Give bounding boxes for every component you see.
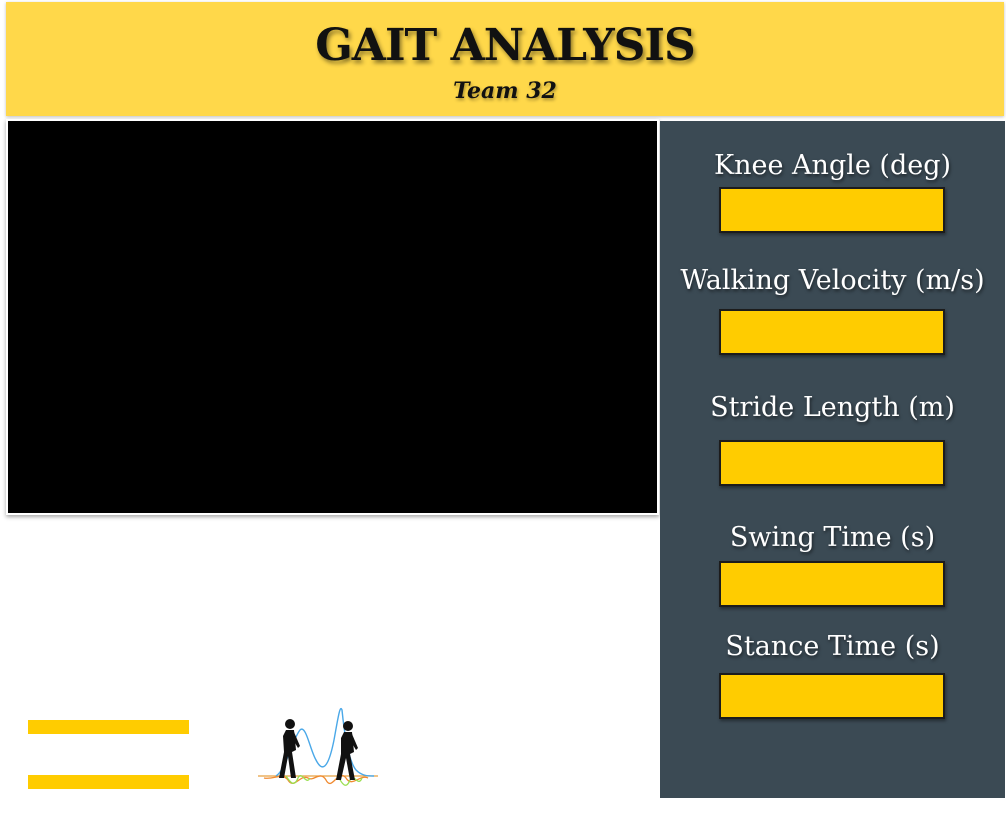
accent-bar-bottom	[28, 775, 189, 789]
walking-figures-gait-wave-icon	[258, 707, 378, 786]
stride-length-field	[719, 440, 945, 486]
knee-angle-field	[719, 187, 945, 233]
swing-time-field	[719, 561, 945, 607]
app-header: GAIT ANALYSIS Team 32	[6, 2, 1004, 116]
video-feed[interactable]	[6, 119, 659, 515]
page-title: GAIT ANALYSIS	[315, 20, 696, 71]
stance-time-field	[719, 673, 945, 719]
metrics-panel: Knee Angle (deg) Walking Velocity (m/s) …	[660, 121, 1005, 798]
stride-length-label: Stride Length (m)	[710, 392, 955, 423]
knee-angle-label: Knee Angle (deg)	[713, 150, 952, 181]
stance-time-label: Stance Time (s)	[725, 631, 940, 662]
walking-velocity-label: Walking Velocity (m/s)	[680, 265, 985, 296]
swing-time-label: Swing Time (s)	[729, 522, 936, 553]
page-subtitle: Team 32	[453, 78, 557, 104]
accent-bar-top	[28, 720, 189, 734]
walking-velocity-field	[719, 309, 945, 355]
